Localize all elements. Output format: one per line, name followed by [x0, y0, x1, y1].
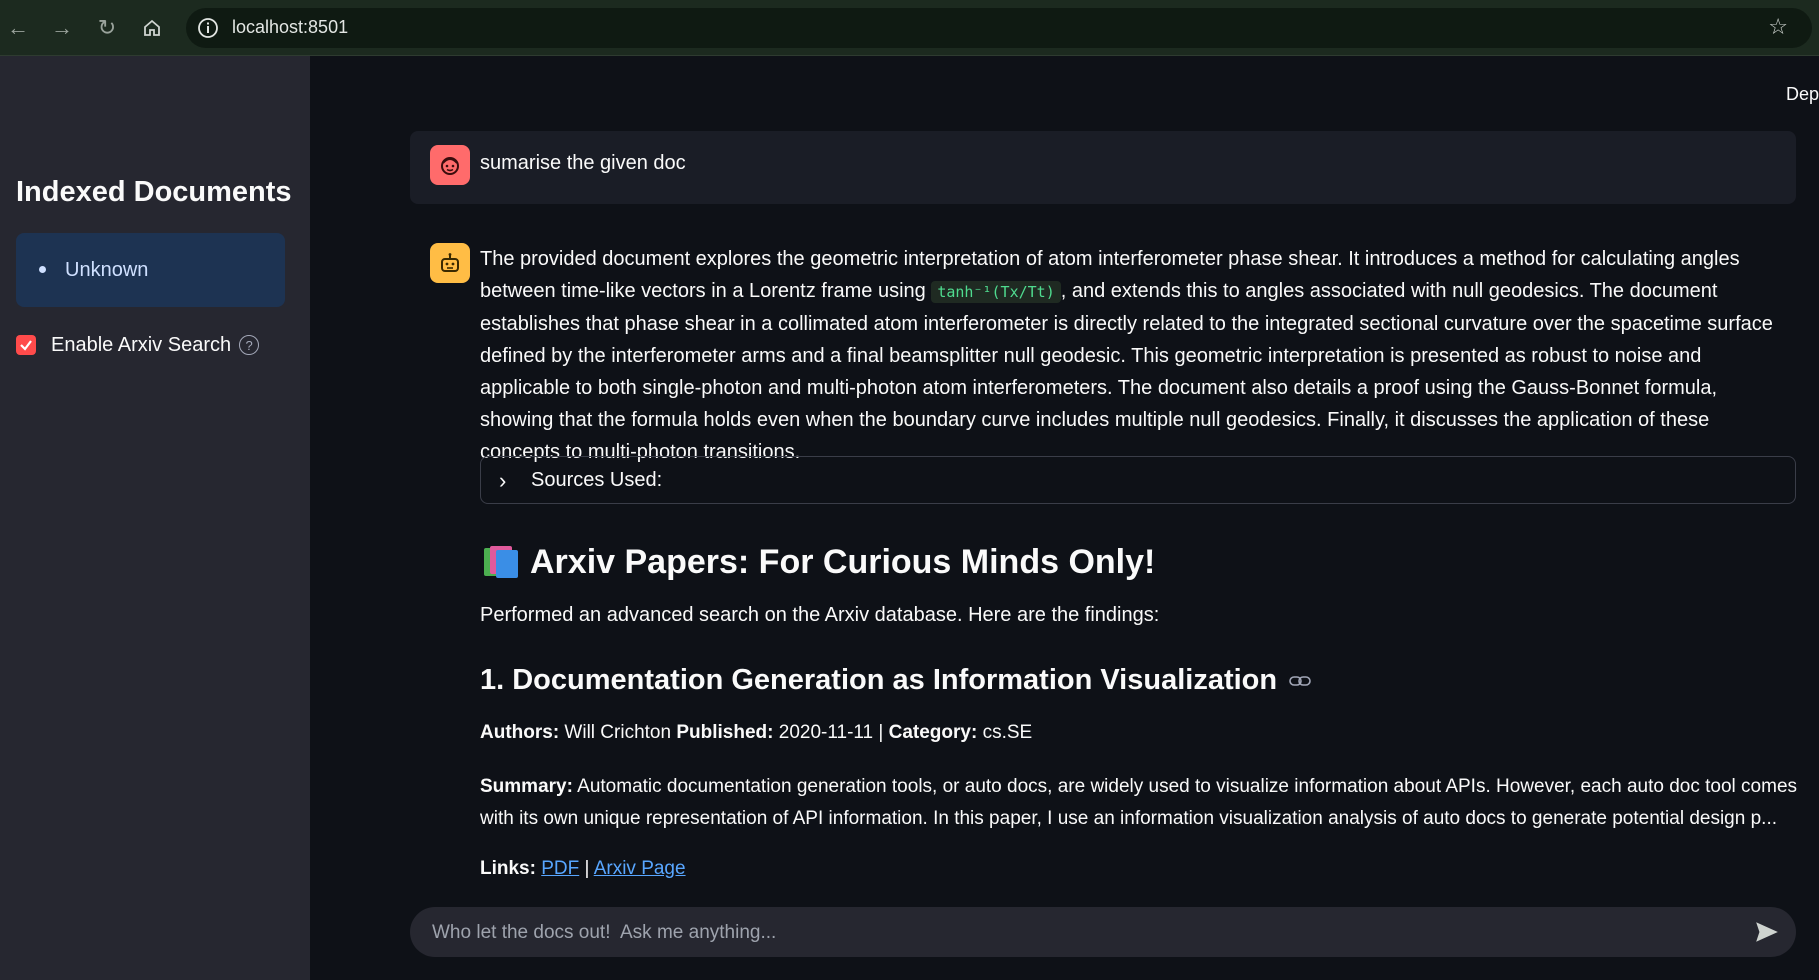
info-icon[interactable]: [196, 16, 220, 40]
url-text[interactable]: localhost:8501: [232, 17, 348, 38]
robot-icon: [430, 243, 470, 283]
paper-links: Links: PDF | Arxiv Page: [480, 858, 686, 880]
sources-expander[interactable]: › Sources Used:: [480, 456, 1796, 504]
inline-code: tanh⁻¹(Tx/Tt): [931, 281, 1061, 303]
summary-text: Automatic documentation generation tools…: [480, 776, 1798, 829]
sidebar: Indexed Documents Unknown Enable Arxiv S…: [0, 56, 310, 980]
books-icon: [482, 544, 520, 580]
address-bar[interactable]: localhost:8501 ☆: [186, 8, 1812, 48]
authors-label: Authors:: [480, 722, 560, 743]
arxiv-heading: Arxiv Papers: For Curious Minds Only!: [482, 538, 1155, 586]
browser-toolbar: ← → ↻ localhost:8501 ☆: [0, 0, 1819, 56]
send-icon[interactable]: [1754, 919, 1780, 945]
arxiv-search-toggle[interactable]: Enable Arxiv Search ?: [16, 330, 260, 360]
deploy-button[interactable]: Depl: [1786, 84, 1819, 105]
link-icon[interactable]: [1289, 675, 1311, 687]
paper-title-text: 1. Documentation Generation as Informati…: [480, 664, 1278, 696]
chevron-right-icon[interactable]: ›: [499, 468, 506, 494]
summary-label: Summary:: [480, 776, 573, 797]
bullet-icon: [39, 266, 46, 273]
sources-expander-label[interactable]: Sources Used:: [531, 469, 662, 492]
chat-input-container: [410, 907, 1796, 957]
question-circle-icon[interactable]: ?: [239, 335, 260, 355]
paper-title: 1. Documentation Generation as Informati…: [480, 664, 1311, 697]
findings-text: Performed an advanced search on the Arxi…: [480, 604, 1160, 626]
published-value: 2020-11-11 |: [773, 722, 889, 743]
document-item: Unknown: [65, 259, 149, 281]
arxiv-heading-text: Arxiv Papers: For Curious Minds Only!: [530, 542, 1156, 581]
category-value: cs.SE: [977, 722, 1033, 743]
paper-summary: Summary: Automatic documentation generat…: [480, 771, 1800, 835]
assistant-text-part-2: , and extends this to angles associated …: [480, 280, 1773, 463]
reload-icon[interactable]: ↻: [91, 12, 123, 44]
category-label: Category:: [888, 722, 978, 743]
links-separator: |: [579, 858, 594, 879]
star-icon[interactable]: ☆: [1768, 14, 1788, 40]
paper-meta: Authors: Will Crichton Published: 2020-1…: [480, 722, 1032, 744]
arrow-left-icon[interactable]: ←: [2, 12, 34, 44]
links-label: Links:: [480, 858, 536, 879]
authors-value: Will Crichton: [559, 722, 677, 743]
home-icon[interactable]: [136, 12, 168, 44]
user-message-text: sumarise the given doc: [480, 152, 686, 174]
user-face-icon: [430, 145, 470, 185]
checkbox-checked-icon[interactable]: [16, 335, 36, 355]
arxiv-toggle-label[interactable]: Enable Arxiv Search: [51, 334, 231, 357]
arrow-right-icon[interactable]: →: [46, 12, 78, 44]
indexed-documents-list: Unknown: [16, 233, 285, 307]
published-label: Published:: [676, 722, 774, 743]
chat-input[interactable]: [430, 918, 1714, 948]
pdf-link[interactable]: PDF: [541, 858, 579, 879]
arxiv-page-link[interactable]: Arxiv Page: [594, 858, 686, 879]
assistant-message-text: The provided document explores the geome…: [480, 243, 1780, 468]
sidebar-title: Indexed Documents: [16, 176, 292, 208]
user-chat-message: sumarise the given doc: [410, 131, 1796, 204]
